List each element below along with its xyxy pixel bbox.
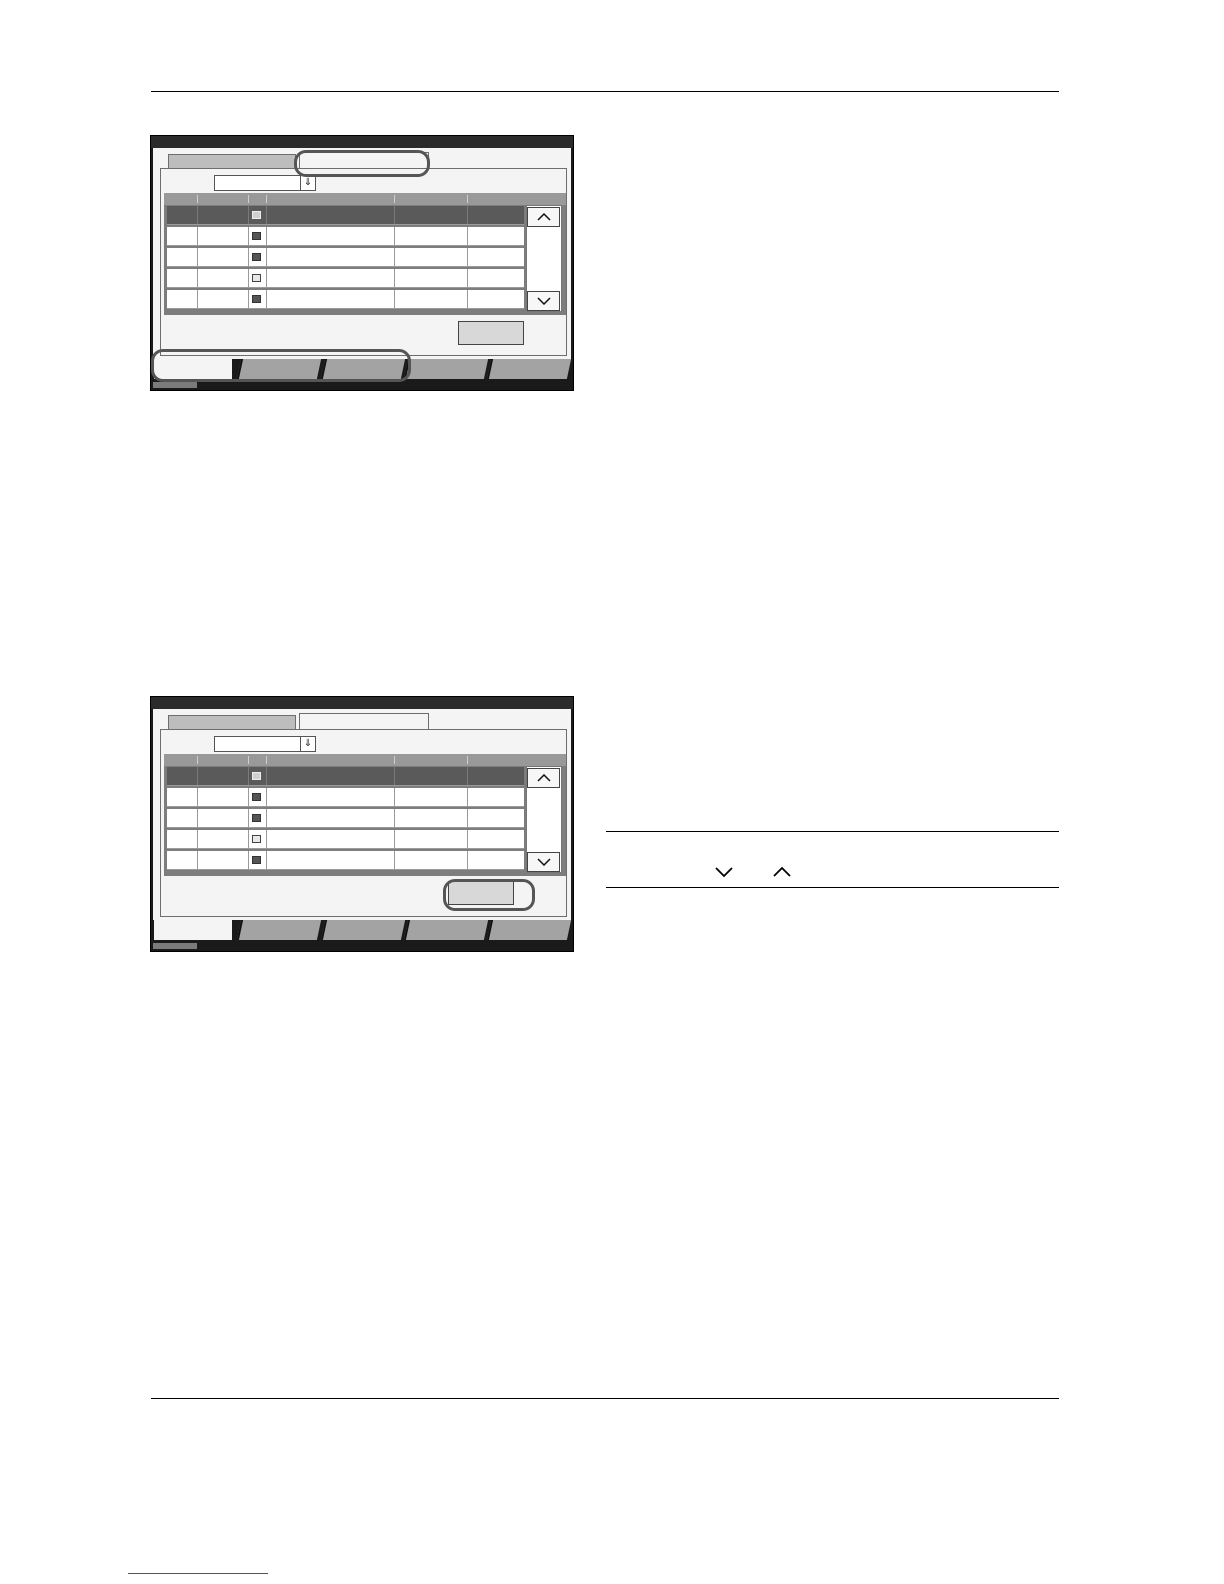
bottom-tab-5[interactable] [486, 920, 572, 940]
table-row[interactable] [167, 851, 524, 870]
note-top-rule [606, 831, 1059, 832]
table-row[interactable] [167, 248, 524, 267]
screen-panel-1: ⇓ [150, 135, 574, 391]
table-row[interactable] [167, 290, 524, 309]
sort-dropdown[interactable]: ⇓ [214, 175, 316, 191]
file-icon [252, 295, 261, 303]
panel-body: ⇓ [153, 148, 571, 359]
double-chevron-down-icon[interactable]: ⇓ [300, 737, 315, 751]
footer-link-underline[interactable] [128, 1573, 268, 1574]
tab-first[interactable] [168, 715, 296, 729]
chevron-up-icon [536, 774, 551, 782]
chevron-down-icon [536, 858, 551, 866]
bottom-tab-1[interactable] [154, 920, 232, 940]
scroll-down-button[interactable] [527, 291, 560, 311]
highlight-bottom-tabs [151, 349, 411, 382]
highlight-second-tab [294, 150, 430, 177]
file-icon [252, 253, 261, 261]
bottom-tab-4[interactable] [403, 359, 489, 379]
screen-panel-2: ⇓ [150, 696, 574, 952]
bottom-tab-2[interactable] [236, 920, 322, 940]
tab-first[interactable] [168, 154, 296, 168]
pdf-icon [252, 274, 261, 282]
table-header [164, 193, 566, 205]
table-row[interactable] [167, 788, 524, 807]
bottom-tab-4[interactable] [403, 920, 489, 940]
scroll-up-button[interactable] [527, 207, 560, 227]
file-icon [252, 856, 261, 864]
bottom-tab-5[interactable] [486, 359, 572, 379]
highlight-ok-button [443, 879, 535, 911]
footer-rule [151, 1398, 1059, 1399]
file-icon [252, 232, 261, 240]
file-icon [252, 211, 261, 219]
double-chevron-down-icon[interactable]: ⇓ [300, 176, 315, 190]
file-table [164, 193, 566, 315]
table-header [164, 754, 566, 766]
status-strip [153, 943, 197, 949]
note-bottom-rule [606, 887, 1059, 888]
chevron-down-icon [715, 867, 733, 878]
pdf-icon [252, 835, 261, 843]
file-icon [252, 814, 261, 822]
table-row[interactable] [167, 830, 524, 849]
header-rule [151, 91, 1059, 92]
file-icon [252, 793, 261, 801]
table-row[interactable] [167, 767, 524, 786]
title-bar [151, 136, 573, 148]
chevron-up-icon [773, 866, 791, 877]
chevron-down-icon [536, 297, 551, 305]
table-row[interactable] [167, 227, 524, 246]
chevron-up-icon [536, 213, 551, 221]
file-table [164, 754, 566, 876]
action-button[interactable] [458, 321, 524, 345]
table-row[interactable] [167, 206, 524, 225]
file-icon [252, 772, 261, 780]
table-row[interactable] [167, 269, 524, 288]
table-row[interactable] [167, 809, 524, 828]
tab-second[interactable] [299, 713, 429, 729]
scroll-down-button[interactable] [527, 852, 560, 872]
bottom-tab-3[interactable] [320, 920, 406, 940]
sort-dropdown[interactable]: ⇓ [214, 736, 316, 752]
scroll-up-button[interactable] [527, 768, 560, 788]
title-bar [151, 697, 573, 709]
status-strip [153, 382, 197, 388]
